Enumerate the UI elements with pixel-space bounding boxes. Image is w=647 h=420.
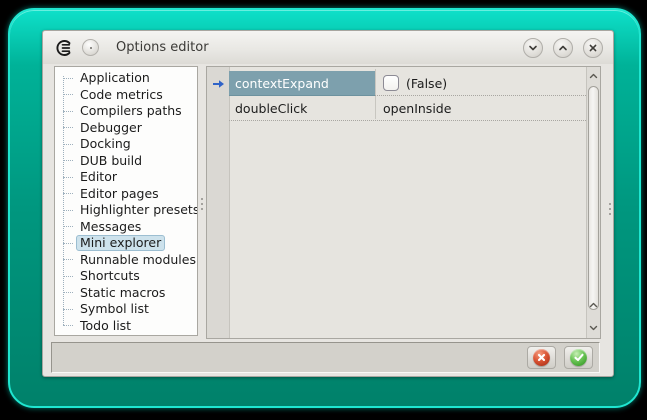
close-icon (587, 42, 599, 54)
tree-branch-line (63, 259, 73, 260)
category-list: Application Code metrics Compilers paths… (55, 70, 197, 334)
cancel-button[interactable] (527, 346, 556, 369)
tree-branch-line (63, 94, 73, 95)
chevron-down-icon (527, 42, 539, 54)
property-value-text: (False) (406, 76, 447, 91)
sidebar-item-debugger[interactable]: Debugger (55, 120, 197, 137)
tree-branch-line (63, 325, 73, 326)
property-value-cell[interactable]: (False) (375, 71, 586, 95)
scroll-up-button[interactable] (587, 69, 600, 83)
sidebar-item-static-macros[interactable]: Static macros (55, 285, 197, 302)
chevron-down-icon (589, 325, 598, 331)
property-value-cell[interactable]: openInside (375, 96, 586, 120)
value-checkbox[interactable] (383, 75, 399, 91)
options-editor-window: Options editor App (42, 30, 614, 377)
scroll-up-button-bottom[interactable] (587, 298, 600, 312)
sidebar-item-label: Compilers paths (76, 103, 186, 119)
tree-branch-line (63, 111, 73, 112)
tree-branch-line (63, 226, 73, 227)
splitter-handle[interactable] (198, 66, 206, 336)
window-title: Options editor (116, 40, 209, 55)
sidebar-item-messages[interactable]: Messages (55, 219, 197, 236)
red-cross-icon (533, 349, 550, 366)
tree-branch-line (63, 276, 73, 277)
sidebar-item-runnable-modules[interactable]: Runnable modules (55, 252, 197, 269)
sidebar-item-label: Highlighter presets (76, 202, 198, 218)
accept-button[interactable] (564, 346, 593, 369)
sidebar-item-label: Code metrics (76, 87, 167, 103)
sidebar-item-label: DUB build (76, 153, 146, 169)
sidebar-item-label: Application (76, 70, 154, 86)
tree-branch-line (63, 210, 73, 211)
footer-bar (51, 342, 600, 373)
scrollbar-thumb[interactable] (588, 86, 599, 310)
sidebar-item-label: Messages (76, 219, 145, 235)
chevron-up-icon (589, 73, 598, 79)
sidebar-item-dub-build[interactable]: DUB build (55, 153, 197, 170)
sidebar-item-application[interactable]: Application (55, 70, 197, 87)
pin-dot-icon[interactable] (82, 39, 99, 56)
blue-arrow-icon (212, 79, 225, 89)
tree-branch-line (63, 78, 73, 79)
tree-branch-line (63, 309, 73, 310)
tree-branch-line (63, 144, 73, 145)
maximize-button[interactable] (553, 38, 573, 58)
sidebar-item-label: Todo list (76, 318, 135, 334)
scroll-down-button[interactable] (587, 321, 600, 335)
sidebar-item-label: Runnable modules (76, 252, 198, 268)
category-tree-panel: Application Code metrics Compilers paths… (54, 66, 198, 336)
resize-grip-dots-icon[interactable] (609, 203, 611, 205)
green-check-icon (570, 349, 587, 366)
property-grid: contextExpand (False) doubleClick openIn… (206, 66, 601, 339)
property-row[interactable]: contextExpand (False) (229, 71, 586, 96)
sidebar-item-todo-list[interactable]: Todo list (55, 318, 197, 335)
titlebar[interactable]: Options editor (43, 31, 613, 64)
sidebar-item-editor-pages[interactable]: Editor pages (55, 186, 197, 203)
close-button[interactable] (583, 38, 603, 58)
property-rows: contextExpand (False) doubleClick openIn… (229, 71, 586, 121)
coedit-logo-icon (55, 39, 73, 57)
sidebar-item-mini-explorer[interactable]: Mini explorer (55, 235, 197, 252)
vertical-scrollbar[interactable] (586, 67, 600, 338)
splitter-dots-icon (201, 198, 203, 200)
sidebar-item-label: Mini explorer (76, 235, 165, 251)
sidebar-item-editor[interactable]: Editor (55, 169, 197, 186)
property-value-text: openInside (383, 101, 451, 116)
sidebar-item-label: Debugger (76, 120, 146, 136)
property-name-cell[interactable]: contextExpand (229, 71, 375, 96)
tree-branch-line (63, 292, 73, 293)
sidebar-item-label: Editor pages (76, 186, 163, 202)
sidebar-item-compilers-paths[interactable]: Compilers paths (55, 103, 197, 120)
tree-branch-line (63, 177, 73, 178)
sidebar-item-docking[interactable]: Docking (55, 136, 197, 153)
property-name-cell[interactable]: doubleClick (229, 96, 375, 120)
window-controls (523, 38, 603, 58)
minimize-button[interactable] (523, 38, 543, 58)
property-grid-gutter (207, 67, 230, 338)
chevron-up-icon (557, 42, 569, 54)
chevron-up-icon (589, 302, 598, 308)
sidebar-item-label: Editor (76, 169, 121, 185)
tree-branch-line (63, 193, 73, 194)
sidebar-item-label: Symbol list (76, 301, 153, 317)
tree-branch-line (63, 243, 73, 244)
tree-branch-line (63, 160, 73, 161)
sidebar-item-label: Docking (76, 136, 135, 152)
property-row[interactable]: doubleClick openInside (229, 96, 586, 121)
sidebar-item-label: Static macros (76, 285, 169, 301)
sidebar-item-highlighter-presets[interactable]: Highlighter presets (55, 202, 197, 219)
sidebar-item-shortcuts[interactable]: Shortcuts (55, 268, 197, 285)
sidebar-item-label: Shortcuts (76, 268, 144, 284)
tree-branch-line (63, 127, 73, 128)
sidebar-item-code-metrics[interactable]: Code metrics (55, 87, 197, 104)
sidebar-item-symbol-list[interactable]: Symbol list (55, 301, 197, 318)
